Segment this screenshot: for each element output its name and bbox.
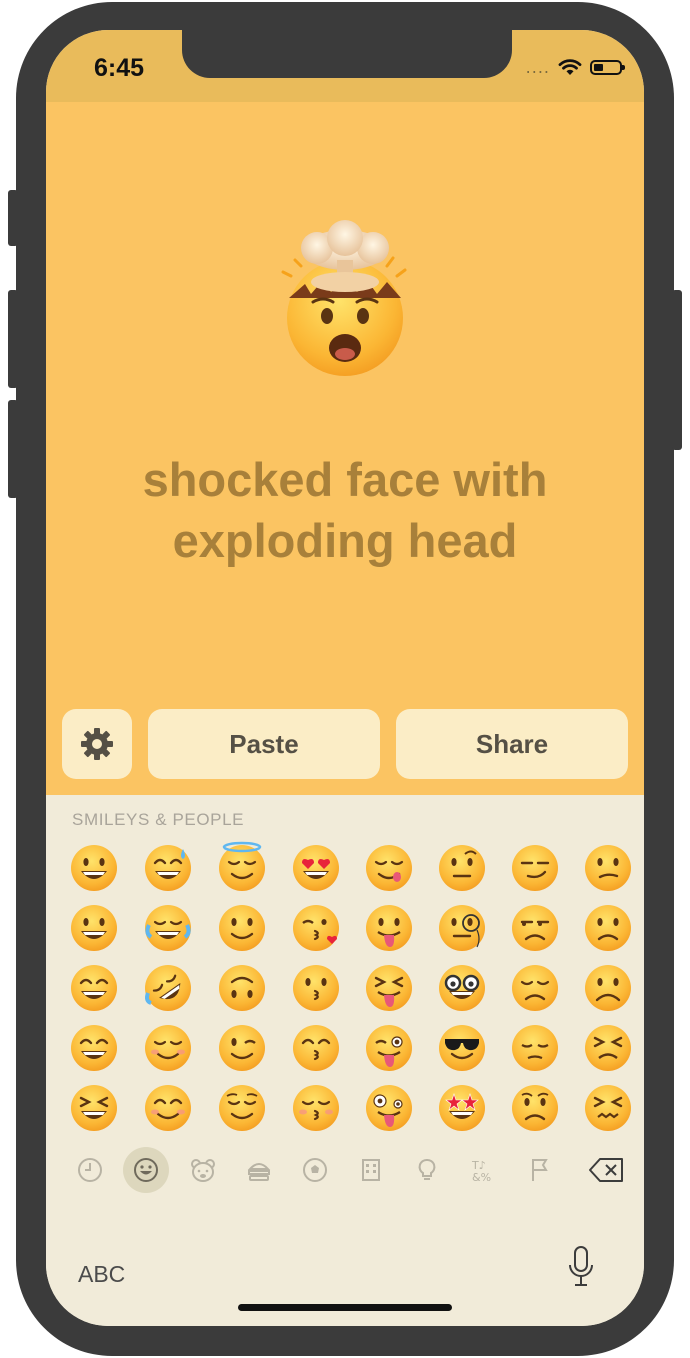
paste-button[interactable]: Paste [148, 709, 380, 779]
emoji-key-zany[interactable] [364, 1083, 414, 1133]
category-food[interactable] [236, 1147, 282, 1193]
status-time: 6:45 [94, 54, 145, 82]
category-bar: T♪ &% [46, 1147, 644, 1197]
share-button[interactable]: Share [396, 709, 628, 779]
emoji-display: shocked face with exploding head Paste S… [46, 102, 644, 795]
emoji-key-worried[interactable] [510, 1083, 560, 1133]
flag-icon [532, 1159, 548, 1181]
battery-icon [590, 59, 625, 75]
power-button [672, 290, 682, 450]
notch [182, 30, 512, 78]
emoji-key-slight-smile[interactable] [217, 903, 267, 953]
bulb-icon [418, 1159, 436, 1180]
emoji-key-laughing[interactable] [69, 1083, 119, 1133]
ball-icon [303, 1158, 327, 1182]
emoji-key-kiss-heart[interactable] [291, 903, 341, 953]
emoji-key-blush[interactable] [143, 1083, 193, 1133]
category-travel[interactable] [348, 1147, 394, 1193]
settings-button[interactable] [62, 709, 132, 779]
screen: 6:45 .... shocked face with exploding he… [46, 30, 644, 1326]
title-line-1: shocked face with [142, 453, 548, 506]
svg-text:&%: &% [472, 1171, 491, 1184]
emoji-key-monocle[interactable] [437, 903, 487, 953]
status-indicators: .... [525, 55, 625, 79]
category-symbols[interactable]: T♪ &% [460, 1147, 506, 1193]
emoji-key-wink[interactable] [217, 1023, 267, 1073]
emoji-key-raised-eyebrow[interactable] [437, 843, 487, 893]
emoji-key-star-struck[interactable] [437, 1083, 487, 1133]
building-icon [362, 1159, 380, 1181]
abc-key[interactable]: ABC [78, 1261, 125, 1288]
category-activity[interactable] [292, 1147, 338, 1193]
emoji-key-yum[interactable] [364, 843, 414, 893]
signal-dots: .... [525, 57, 550, 77]
emoji-key-wink-tongue[interactable] [364, 1023, 414, 1073]
emoji-key-sunglasses[interactable] [437, 1023, 487, 1073]
bear-icon [191, 1159, 215, 1182]
emoji-key-relaxed[interactable] [143, 1023, 193, 1073]
category-flags[interactable] [516, 1147, 562, 1193]
emoji-key-upside-down[interactable] [217, 963, 267, 1013]
home-indicator[interactable] [238, 1304, 452, 1311]
emoji-key-kissing-closed[interactable] [291, 1083, 341, 1133]
emoji-key-smile[interactable] [69, 963, 119, 1013]
section-label: SMILEYS & PEOPLE [72, 810, 245, 829]
gear-icon [81, 728, 113, 760]
emoji-key-frown[interactable] [583, 963, 633, 1013]
category-smileys[interactable] [123, 1147, 169, 1193]
mute-switch [8, 190, 18, 246]
emoji-key-grin-sweat[interactable] [143, 843, 193, 893]
clock-icon [78, 1158, 102, 1182]
emoji-key-halo[interactable] [217, 841, 267, 893]
backspace-icon [589, 1158, 623, 1182]
emoji-key-confused[interactable] [583, 843, 633, 893]
emoji-name-title: shocked face with exploding head [46, 449, 644, 571]
exploding-head-icon [281, 220, 407, 376]
emoji-key-nerd[interactable] [437, 963, 487, 1013]
emoji-key-rofl[interactable] [143, 963, 193, 1013]
emoji-key-kissing-smile[interactable] [291, 1023, 341, 1073]
emoji-key-beaming[interactable] [69, 1023, 119, 1073]
smiley-icon [134, 1158, 158, 1182]
microphone-icon[interactable] [566, 1245, 596, 1289]
emoji-key-pensive[interactable] [510, 1023, 560, 1073]
emoji-key-squint-tongue[interactable] [364, 963, 414, 1013]
category-recent[interactable] [67, 1147, 113, 1193]
symbols-icon: T♪&% [471, 1159, 491, 1184]
status-bar: 6:45 .... [46, 30, 644, 102]
volume-down-button [8, 400, 18, 498]
delete-button[interactable] [584, 1147, 630, 1193]
category-animals[interactable] [180, 1147, 226, 1193]
category-objects[interactable] [404, 1147, 450, 1193]
emoji-key-relieved[interactable] [217, 1083, 267, 1133]
title-line-2: exploding head [172, 514, 518, 567]
emoji-key-unamused[interactable] [510, 903, 560, 953]
emoji-key-grinning[interactable] [69, 843, 119, 893]
emoji-key-tongue[interactable] [364, 903, 414, 953]
emoji-key-confounded[interactable] [583, 1083, 633, 1133]
emoji-key-disappointed[interactable] [510, 963, 560, 1013]
emoji-key-smiley[interactable] [69, 903, 119, 953]
emoji-key-persevere[interactable] [583, 1023, 633, 1073]
volume-up-button [8, 290, 18, 388]
emoji-key-kissing[interactable] [291, 963, 341, 1013]
emoji-key-smirk[interactable] [510, 843, 560, 893]
emoji-key-heart-eyes[interactable] [291, 843, 341, 893]
action-toolbar: Paste Share [46, 709, 644, 779]
emoji-key-slight-frown[interactable] [583, 903, 633, 953]
burger-icon [247, 1163, 271, 1181]
emoji-key-joy[interactable] [143, 903, 193, 953]
emoji-keyboard: SMILEYS & PEOPLE T♪ &% ABC [46, 795, 644, 1326]
wifi-icon [558, 59, 582, 75]
